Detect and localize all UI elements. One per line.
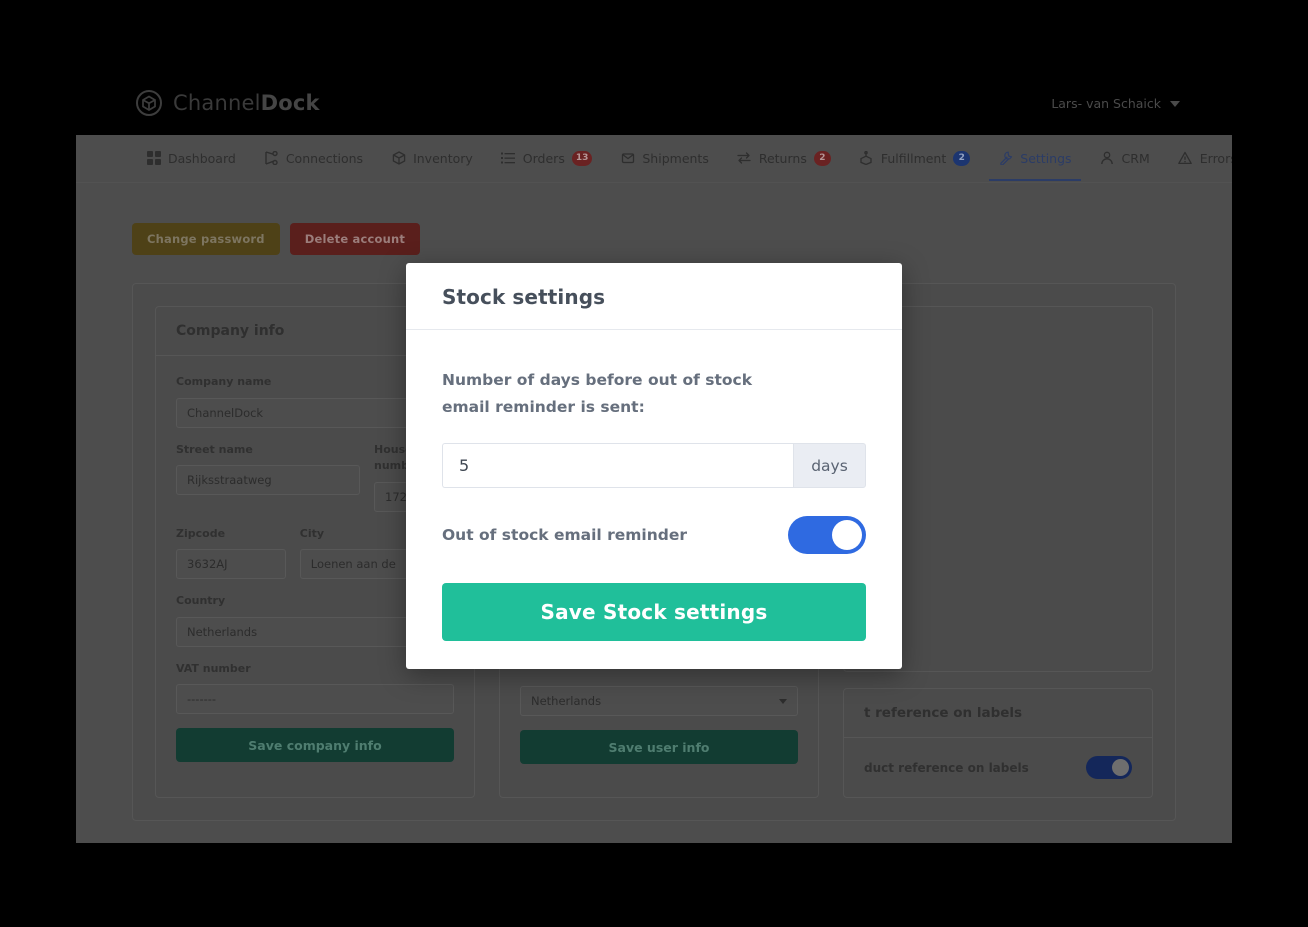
save-stock-settings-button[interactable]: Save Stock settings <box>442 583 866 642</box>
active-tab-indicator <box>989 178 1081 181</box>
save-company-info-button[interactable]: Save company info <box>176 728 454 762</box>
user-country-select[interactable]: Netherlands <box>520 686 798 716</box>
nav-label: Dashboard <box>168 150 236 166</box>
label-reference-toggle[interactable] <box>1086 756 1132 779</box>
mail-send-icon <box>620 151 635 166</box>
main-nav: Dashboard Connections Inventory Orders 1… <box>76 135 1232 183</box>
grid-icon <box>146 151 161 166</box>
brand-logo[interactable]: ChannelDock <box>136 90 320 116</box>
nav-label: Errors <box>1199 150 1232 166</box>
nav-item-crm[interactable]: CRM <box>1086 138 1164 180</box>
brand-name: ChannelDock <box>173 91 320 115</box>
zipcode-input[interactable]: 3632AJ <box>176 549 286 579</box>
nav-item-inventory[interactable]: Inventory <box>377 138 487 180</box>
stock-settings-modal: Stock settings Number of days before out… <box>406 263 902 670</box>
street-name-label: Street name <box>176 442 253 456</box>
nav-item-errors[interactable]: Errors <box>1164 138 1232 180</box>
nav-label: Shipments <box>642 150 709 166</box>
nav-label: CRM <box>1121 150 1150 166</box>
label-reference-toggle-label: duct reference on labels <box>864 760 1029 775</box>
nav-label: Orders <box>522 150 565 166</box>
box-lift-icon <box>859 151 874 166</box>
nav-item-connections[interactable]: Connections <box>250 138 377 180</box>
label-reference-panel: t reference on labels duct reference on … <box>843 688 1153 798</box>
modal-body: Number of days before out of stock email… <box>406 330 902 669</box>
user-icon <box>1100 151 1115 166</box>
nav-label: Settings <box>1020 150 1072 166</box>
modal-header: Stock settings <box>406 263 902 330</box>
nav-item-settings[interactable]: Settings <box>984 138 1085 181</box>
change-password-button[interactable]: Change password <box>132 223 280 255</box>
toggle-knob <box>1112 759 1129 776</box>
user-menu[interactable]: Lars- van Schaick <box>1051 96 1180 111</box>
share-nodes-icon <box>264 151 279 166</box>
list-icon <box>501 151 516 166</box>
nav-label: Returns <box>758 150 807 166</box>
nav-item-returns[interactable]: Returns 2 <box>723 138 845 180</box>
label-reference-toggle-row: duct reference on labels <box>844 738 1152 797</box>
arrows-swap-icon <box>737 151 752 166</box>
user-name: Lars- van Schaick <box>1051 96 1161 111</box>
warning-icon <box>1178 151 1193 166</box>
nav-item-orders[interactable]: Orders 13 <box>487 138 607 180</box>
cube-logo-icon <box>136 90 162 116</box>
days-input-group: 5 days <box>442 443 866 489</box>
modal-title: Stock settings <box>442 285 606 309</box>
nav-item-shipments[interactable]: Shipments <box>606 138 722 180</box>
wrench-icon <box>998 151 1013 166</box>
toggle-knob <box>832 520 862 551</box>
street-name-input[interactable]: Rijksstraatweg <box>176 465 360 495</box>
save-user-info-button[interactable]: Save user info <box>520 730 798 764</box>
days-unit-addon: days <box>793 443 866 489</box>
vat-number-input[interactable]: ------- <box>176 684 454 714</box>
zipcode-label: Zipcode <box>176 526 226 540</box>
days-input[interactable]: 5 <box>442 443 793 489</box>
email-reminder-label: Out of stock email reminder <box>442 526 688 545</box>
nav-label: Inventory <box>413 150 473 166</box>
returns-badge: 2 <box>813 150 831 166</box>
nav-item-dashboard[interactable]: Dashboard <box>132 138 250 180</box>
email-reminder-toggle[interactable] <box>788 516 866 555</box>
account-actions: Change password Delete account <box>132 223 1176 255</box>
screen: ChannelDock Lars- van Schaick Dashboard … <box>0 0 1308 927</box>
label-reference-title: t reference on labels <box>844 689 1152 738</box>
brand-header: ChannelDock Lars- van Schaick <box>0 0 1308 135</box>
nav-label: Fulfillment <box>880 150 947 166</box>
nav-label: Connections <box>285 150 364 166</box>
fulfillment-badge: 2 <box>953 150 971 166</box>
delete-account-button[interactable]: Delete account <box>289 223 421 255</box>
chevron-down-icon <box>1170 101 1180 107</box>
email-reminder-row: Out of stock email reminder <box>442 516 866 555</box>
nav-item-fulfillment[interactable]: Fulfillment 2 <box>845 138 984 180</box>
orders-badge: 13 <box>571 150 593 166</box>
out-of-stock-days-question: Number of days before out of stock email… <box>442 371 753 416</box>
box-icon <box>391 151 406 166</box>
